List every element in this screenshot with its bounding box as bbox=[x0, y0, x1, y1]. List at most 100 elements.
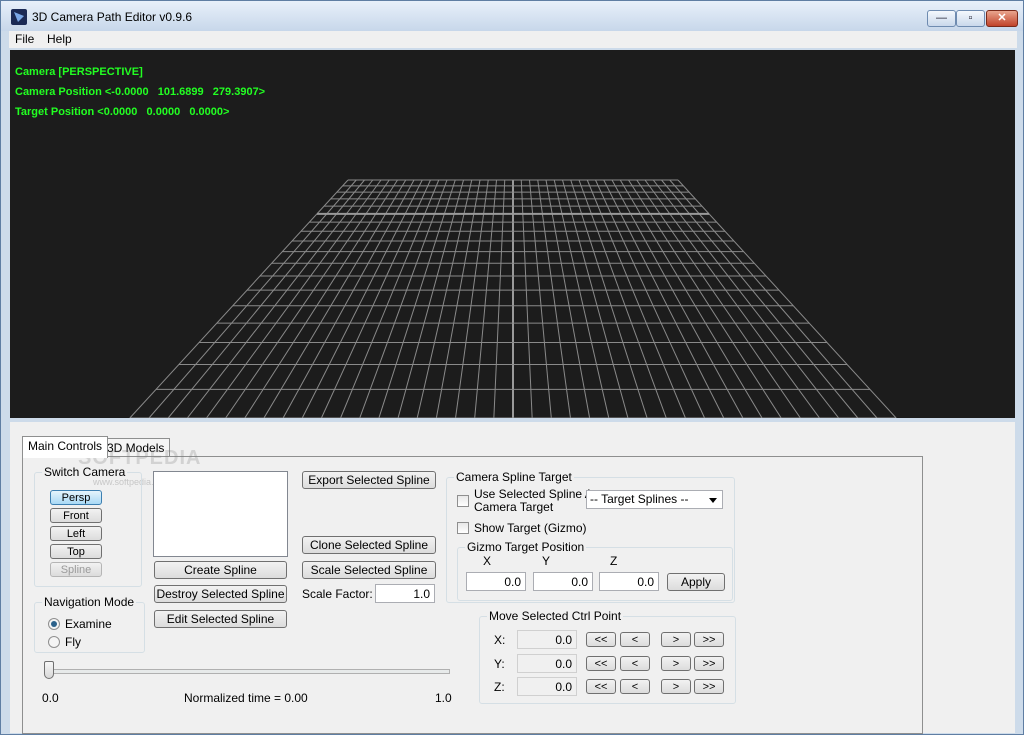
edit-spline-button[interactable]: Edit Selected Spline bbox=[154, 610, 287, 628]
camera-spline-target-group: Camera Spline Target Use Selected Spline… bbox=[446, 470, 735, 603]
move-y-label: Y: bbox=[494, 657, 505, 671]
maximize-button[interactable]: ▫ bbox=[956, 10, 985, 27]
time-slider-track[interactable] bbox=[44, 669, 450, 674]
target-splines-value: -- Target Splines -- bbox=[590, 492, 689, 506]
show-target-checkbox[interactable] bbox=[457, 522, 469, 534]
minimize-button[interactable]: — bbox=[927, 10, 956, 27]
menu-file[interactable]: File bbox=[15, 32, 34, 46]
camera-spline-target-title: Camera Spline Target bbox=[454, 470, 574, 484]
switch-camera-title: Switch Camera bbox=[42, 465, 128, 479]
gizmo-y-input[interactable]: 0.0 bbox=[533, 572, 593, 591]
grid-line bbox=[244, 179, 398, 418]
grid-line bbox=[397, 179, 464, 418]
gizmo-target-group: Gizmo Target Position X Y Z 0.0 0.0 0.0 … bbox=[457, 540, 733, 601]
fly-radio[interactable] bbox=[48, 636, 60, 648]
gizmo-y-label: Y bbox=[542, 554, 551, 568]
move-ctrl-point-title: Move Selected Ctrl Point bbox=[487, 609, 624, 623]
move-z-fast-back-button[interactable]: << bbox=[586, 679, 616, 694]
use-spline-target-checkbox[interactable] bbox=[457, 495, 469, 507]
chevron-down-icon bbox=[709, 498, 717, 503]
move-z-back-button[interactable]: < bbox=[620, 679, 650, 694]
scale-factor-label: Scale Factor: bbox=[302, 587, 373, 601]
move-x-fast-fwd-button[interactable]: >> bbox=[694, 632, 724, 647]
spline-list[interactable] bbox=[153, 471, 288, 557]
main-controls-page: SOFTPEDIA www.softpedia.com Switch Camer… bbox=[22, 447, 923, 734]
grid-line bbox=[455, 179, 489, 418]
3d-viewport[interactable]: Camera [PERSPECTIVE] Camera Position <-0… bbox=[10, 50, 1015, 418]
move-x-value: 0.0 bbox=[517, 630, 577, 649]
time-slider-thumb[interactable] bbox=[44, 661, 54, 679]
time-min-label: 0.0 bbox=[42, 691, 59, 705]
move-z-fwd-button[interactable]: > bbox=[661, 679, 691, 694]
grid-line bbox=[603, 179, 725, 418]
grid-line bbox=[148, 179, 357, 418]
move-y-fast-fwd-button[interactable]: >> bbox=[694, 656, 724, 671]
window-title: 3D Camera Path Editor v0.9.6 bbox=[32, 10, 193, 24]
examine-label: Examine bbox=[65, 617, 112, 631]
move-z-label: Z: bbox=[494, 680, 505, 694]
grid-line bbox=[553, 179, 610, 418]
move-y-fast-back-button[interactable]: << bbox=[586, 656, 616, 671]
grid-line bbox=[578, 179, 667, 418]
grid-line bbox=[282, 179, 415, 418]
time-max-label: 1.0 bbox=[435, 691, 452, 705]
clone-spline-button[interactable]: Clone Selected Spline bbox=[302, 536, 436, 554]
move-y-back-button[interactable]: < bbox=[620, 656, 650, 671]
grid-line bbox=[186, 179, 374, 418]
move-z-fast-fwd-button[interactable]: >> bbox=[694, 679, 724, 694]
grid-line bbox=[545, 179, 591, 418]
move-x-fast-back-button[interactable]: << bbox=[586, 632, 616, 647]
scale-spline-button[interactable]: Scale Selected Spline bbox=[302, 561, 436, 579]
persp-button[interactable]: Persp bbox=[50, 490, 102, 505]
navigation-mode-title: Navigation Mode bbox=[42, 595, 137, 609]
grid-line bbox=[378, 179, 456, 418]
grid-line bbox=[537, 179, 571, 418]
fly-label: Fly bbox=[65, 635, 81, 649]
target-splines-combo[interactable]: -- Target Splines -- bbox=[586, 490, 723, 509]
scale-factor-input[interactable]: 1.0 bbox=[375, 584, 435, 603]
tab-main-controls[interactable]: Main Controls bbox=[22, 436, 109, 458]
grid-line bbox=[359, 179, 448, 418]
grid-line bbox=[320, 179, 431, 418]
gizmo-z-label: Z bbox=[610, 554, 618, 568]
grid-line bbox=[562, 179, 629, 418]
move-y-fwd-button[interactable]: > bbox=[661, 656, 691, 671]
top-button[interactable]: Top bbox=[50, 544, 102, 559]
grid-line bbox=[129, 179, 349, 418]
grid-line bbox=[474, 179, 497, 418]
grid-line bbox=[595, 179, 706, 418]
move-x-label: X: bbox=[494, 633, 506, 647]
destroy-spline-button[interactable]: Destroy Selected Spline bbox=[154, 585, 287, 603]
control-panel: Main Controls 3D Models SOFTPEDIA www.so… bbox=[10, 422, 1015, 734]
title-bar: 3D Camera Path Editor v0.9.6 — ▫ ✕ bbox=[1, 1, 1023, 31]
gizmo-x-label: X bbox=[483, 554, 492, 568]
navigation-mode-group: Navigation Mode Examine Fly bbox=[34, 595, 145, 653]
gizmo-x-input[interactable]: 0.0 bbox=[466, 572, 526, 591]
grid-line bbox=[416, 179, 473, 418]
use-spline-target-label: Use Selected Spline As Camera Target bbox=[474, 488, 599, 514]
move-ctrl-point-group: Move Selected Ctrl Point X: 0.0 << < > >… bbox=[479, 609, 736, 704]
use-spline-target-label-line2: Camera Target bbox=[474, 500, 554, 514]
export-spline-button[interactable]: Export Selected Spline bbox=[302, 471, 436, 489]
move-z-value: 0.0 bbox=[517, 677, 577, 696]
spline-camera-button[interactable]: Spline bbox=[50, 562, 102, 577]
gizmo-z-input[interactable]: 0.0 bbox=[599, 572, 659, 591]
examine-radio[interactable] bbox=[48, 618, 60, 630]
grid-line bbox=[529, 179, 552, 418]
move-x-back-button[interactable]: < bbox=[620, 632, 650, 647]
grid-line bbox=[652, 179, 840, 418]
left-button[interactable]: Left bbox=[50, 526, 102, 541]
move-y-value: 0.0 bbox=[517, 654, 577, 673]
grid-line bbox=[570, 179, 648, 418]
apply-button[interactable]: Apply bbox=[667, 573, 725, 591]
grid-line bbox=[636, 179, 801, 418]
grid-line bbox=[435, 179, 481, 418]
move-x-fwd-button[interactable]: > bbox=[661, 632, 691, 647]
front-button[interactable]: Front bbox=[50, 508, 102, 523]
menu-help[interactable]: Help bbox=[47, 32, 72, 46]
hud-target-position: Target Position <0.0000 0.0000 0.0000> bbox=[15, 106, 230, 118]
create-spline-button[interactable]: Create Spline bbox=[154, 561, 287, 579]
grid-line bbox=[677, 179, 897, 418]
normalized-time-label: Normalized time = 0.00 bbox=[184, 691, 308, 705]
close-button[interactable]: ✕ bbox=[986, 10, 1018, 27]
